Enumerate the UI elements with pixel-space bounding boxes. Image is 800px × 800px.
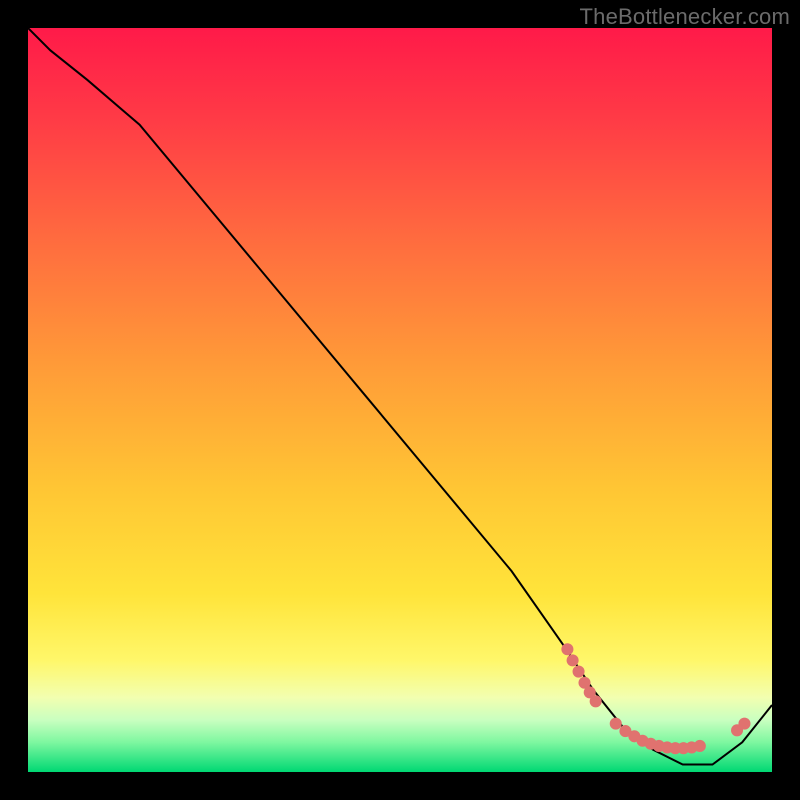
chart-stage: TheBottlenecker.com [0,0,800,800]
watermark-text: TheBottlenecker.com [580,4,790,30]
plot-area [28,28,772,772]
heat-gradient-background [28,28,772,772]
